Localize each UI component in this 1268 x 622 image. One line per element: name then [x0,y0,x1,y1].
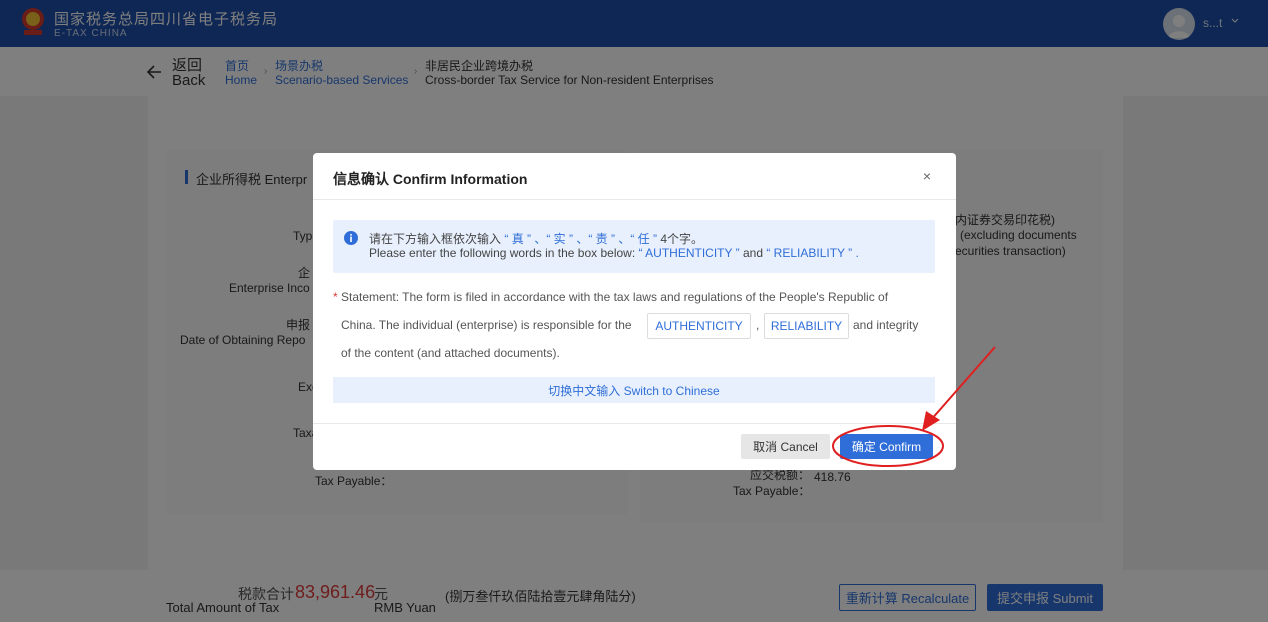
tip-en-word-authenticity: “ AUTHENTICITY ” [638,246,740,260]
divider [313,423,956,424]
switch-language-button[interactable]: 切换中文输入 Switch to Chinese [333,377,935,403]
tip-en-text: Please enter the following words in the … [369,246,636,260]
statement-line-1: * Statement: The form is filed in accord… [333,290,888,304]
reliability-input[interactable]: RELIABILITY [764,313,849,339]
tip-en-period: . [855,246,859,260]
tip-en-word-reliability: “ RELIABILITY ” [766,246,853,260]
tip-line-cn: 请在下方输入框依次输入 “ 真 ” 、“ 实 ” 、“ 责 ” 、“ 任 ” 4… [369,230,703,247]
confirm-information-dialog: 信息确认 Confirm Information × 请在下方输入框依次输入 “… [313,153,956,470]
tip-line-en: Please enter the following words in the … [369,246,859,260]
cancel-button[interactable]: 取消 Cancel [741,434,830,459]
required-mark: * [333,290,338,304]
confirm-button[interactable]: 确定 Confirm [840,434,933,459]
instruction-tip: 请在下方输入框依次输入 “ 真 ” 、“ 实 ” 、“ 责 ” 、“ 任 ” 4… [333,220,935,273]
statement-line-3: of the content (and attached documents). [341,346,560,360]
info-icon [344,231,358,245]
dialog-title: 信息确认 Confirm Information [333,171,528,187]
tip-cn-words: “ 真 ” 、“ 实 ” 、“ 责 ” 、“ 任 ” [504,232,658,246]
tip-cn-text: 请在下方输入框依次输入 [369,232,502,246]
tip-en-and: and [742,246,763,260]
close-icon[interactable]: × [920,169,934,183]
statement-text: Statement: The form is filed in accordan… [341,290,889,304]
statement-line-2-post: and integrity [853,318,919,332]
tip-cn-count: 4个字。 [660,232,704,246]
statement-line-2-pre: China. The individual (enterprise) is re… [341,318,632,332]
divider [313,199,956,200]
comma: , [756,318,760,332]
authenticity-input[interactable]: AUTHENTICITY [647,313,751,339]
